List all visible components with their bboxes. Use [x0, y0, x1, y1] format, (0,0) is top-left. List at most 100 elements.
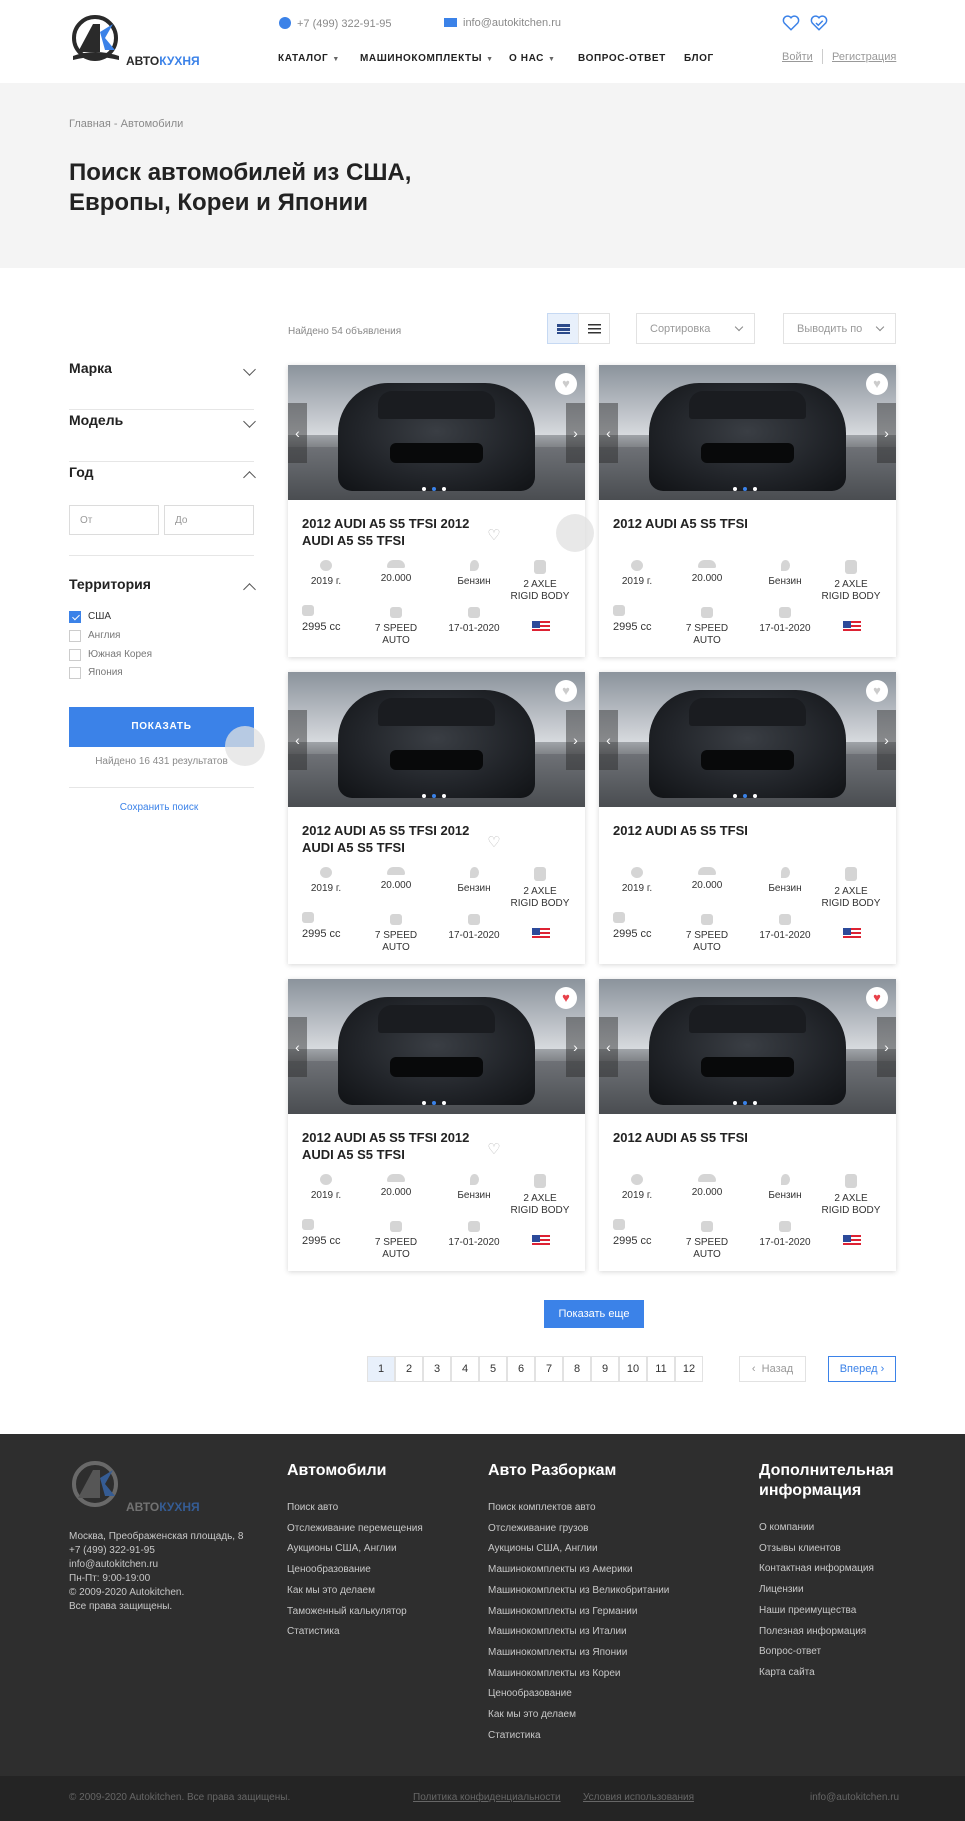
photo-next-arrow-icon[interactable]: › [566, 403, 585, 463]
footer-link[interactable]: Машинокомплекты из Германии [488, 1602, 688, 1623]
header-email[interactable]: info@autokitchen.ru [444, 17, 561, 29]
footer-link[interactable]: Вопрос-ответ [759, 1642, 899, 1663]
dot[interactable] [422, 487, 426, 491]
photo-pagination-dots[interactable] [733, 1101, 763, 1106]
car-photo[interactable]: ‹ › ♥ [288, 365, 585, 500]
breadcrumb[interactable]: Главная - Автомобили [69, 118, 183, 130]
page-button[interactable]: 10 [619, 1356, 647, 1382]
footer-link[interactable]: Лицензии [759, 1580, 899, 1601]
page-button[interactable]: 5 [479, 1356, 507, 1382]
save-search-link[interactable]: Сохранить поиск [69, 802, 249, 813]
footer-link[interactable]: Поиск авто [287, 1498, 467, 1519]
show-more-button[interactable]: Показать еще [544, 1300, 644, 1328]
nav-blog[interactable]: БЛОГ [684, 53, 714, 64]
car-card[interactable]: ‹ › ♥ 2012 AUDI A5 S5 TFSI 2012 AUDI A5 S5 … [288, 979, 585, 1271]
compare-heart-icon[interactable] [810, 14, 828, 32]
car-title[interactable]: 2012 AUDI A5 S5 TFSI 2012 AUDI A5 S5 TFS… [302, 822, 502, 856]
photo-pagination-dots[interactable] [733, 794, 763, 799]
car-title[interactable]: 2012 AUDI A5 S5 TFSI [613, 1129, 813, 1146]
dot-active[interactable] [743, 487, 747, 491]
footer-logo[interactable]: АВТОКУХНЯ [69, 1460, 209, 1516]
footer-link[interactable]: Как мы это делаем [488, 1705, 688, 1726]
car-card[interactable]: ‹ › ♥ 2012 AUDI A5 S5 TFSI 2019 г. 20.000 Бенз… [599, 672, 896, 964]
heart-icon[interactable]: ♡ [483, 832, 505, 854]
photo-next-arrow-icon[interactable]: › [877, 1017, 896, 1077]
photo-prev-arrow-icon[interactable]: ‹ [599, 1017, 618, 1077]
filter-year[interactable]: Год [69, 464, 256, 484]
nav-catalog[interactable]: КАТАЛОГ ▼ [278, 53, 340, 64]
photo-prev-arrow-icon[interactable]: ‹ [599, 403, 618, 463]
per-page-select[interactable]: Выводить по [783, 313, 896, 344]
car-photo[interactable]: ‹ › ♥ [288, 979, 585, 1114]
photo-prev-arrow-icon[interactable]: ‹ [288, 403, 307, 463]
dot[interactable] [753, 1101, 757, 1105]
heart-icon[interactable]: ♥ [866, 373, 888, 395]
footer-email[interactable]: info@autokitchen.ru [69, 1558, 249, 1572]
footer-link[interactable]: Машинокомплекты из Японии [488, 1643, 688, 1664]
dot[interactable] [442, 794, 446, 798]
heart-icon[interactable]: ♡ [483, 525, 505, 547]
sort-select[interactable]: Сортировка [636, 313, 755, 344]
photo-prev-arrow-icon[interactable]: ‹ [288, 1017, 307, 1077]
footer-link[interactable]: Ценообразование [488, 1684, 688, 1705]
heart-icon[interactable]: ♥ [555, 680, 577, 702]
nav-about[interactable]: О НАС ▼ [509, 53, 556, 64]
footer-bottom-email[interactable]: info@autokitchen.ru [810, 1792, 899, 1803]
privacy-link[interactable]: Политика конфиденциальности [413, 1792, 561, 1803]
page-button[interactable]: 8 [563, 1356, 591, 1382]
page-button[interactable]: 11 [647, 1356, 675, 1382]
grid-view-button[interactable] [547, 313, 579, 344]
page-button[interactable]: 12 [675, 1356, 703, 1382]
footer-link[interactable]: Аукционы США, Англии [287, 1539, 467, 1560]
page-button[interactable]: 9 [591, 1356, 619, 1382]
footer-link[interactable]: Полезная информация [759, 1622, 899, 1643]
site-logo[interactable]: АВТОКУХНЯ [69, 14, 209, 70]
photo-pagination-dots[interactable] [733, 487, 763, 492]
nav-car-kits[interactable]: МАШИНОКОМПЛЕКТЫ ▼ [360, 53, 494, 64]
dot-active[interactable] [432, 794, 436, 798]
dot-active[interactable] [432, 487, 436, 491]
photo-prev-arrow-icon[interactable]: ‹ [288, 710, 307, 770]
dot-active[interactable] [432, 1101, 436, 1105]
page-button[interactable]: 3 [423, 1356, 451, 1382]
car-title[interactable]: 2012 AUDI A5 S5 TFSI [613, 822, 813, 839]
year-from-input[interactable]: От [69, 505, 159, 535]
footer-link[interactable]: Наши преимущества [759, 1601, 899, 1622]
filter-territory[interactable]: Территория [69, 576, 256, 596]
photo-prev-arrow-icon[interactable]: ‹ [599, 710, 618, 770]
dot-active[interactable] [743, 794, 747, 798]
car-card[interactable]: ‹ › ♥ 2012 AUDI A5 S5 TFSI 2019 г. 20.000 Бенз… [599, 365, 896, 657]
nav-faq[interactable]: ВОПРОС-ОТВЕТ [578, 53, 666, 64]
dot[interactable] [733, 794, 737, 798]
footer-link[interactable]: Машинокомплекты из Италии [488, 1622, 688, 1643]
footer-link[interactable]: Карта сайта [759, 1663, 899, 1684]
year-to-input[interactable]: До [164, 505, 254, 535]
filter-model[interactable]: Модель [69, 412, 256, 462]
footer-link[interactable]: Статистика [488, 1726, 688, 1747]
checkbox-england[interactable]: Англия [69, 630, 189, 644]
dot[interactable] [422, 794, 426, 798]
photo-pagination-dots[interactable] [422, 1101, 452, 1106]
favorites-heart-icon[interactable] [782, 14, 800, 32]
heart-filled-icon[interactable]: ♥ [555, 987, 577, 1009]
photo-next-arrow-icon[interactable]: › [566, 1017, 585, 1077]
photo-next-arrow-icon[interactable]: › [877, 403, 896, 463]
header-phone[interactable]: +7 (499) 322-91-95 [279, 17, 391, 30]
prev-page-button[interactable]: ‹ Назад [739, 1356, 806, 1382]
dot[interactable] [733, 1101, 737, 1105]
car-photo[interactable]: ‹ › ♥ [288, 672, 585, 807]
car-card[interactable]: ‹ › ♥ 2012 AUDI A5 S5 TFSI 2012 AUDI A5 S5 … [288, 365, 585, 657]
page-button[interactable]: 1 [367, 1356, 395, 1382]
heart-icon[interactable]: ♥ [866, 680, 888, 702]
photo-next-arrow-icon[interactable]: › [877, 710, 896, 770]
footer-link[interactable]: Статистика [287, 1622, 467, 1643]
dot[interactable] [753, 487, 757, 491]
footer-link[interactable]: Аукционы США, Англии [488, 1539, 688, 1560]
register-link[interactable]: Регистрация [832, 51, 896, 63]
list-view-button[interactable] [578, 313, 610, 344]
car-card[interactable]: ‹ › ♥ 2012 AUDI A5 S5 TFSI 2012 AUDI A5 S5 … [288, 672, 585, 964]
dot-active[interactable] [743, 1101, 747, 1105]
footer-link[interactable]: Отслеживание грузов [488, 1519, 688, 1540]
page-button[interactable]: 7 [535, 1356, 563, 1382]
dot[interactable] [753, 794, 757, 798]
